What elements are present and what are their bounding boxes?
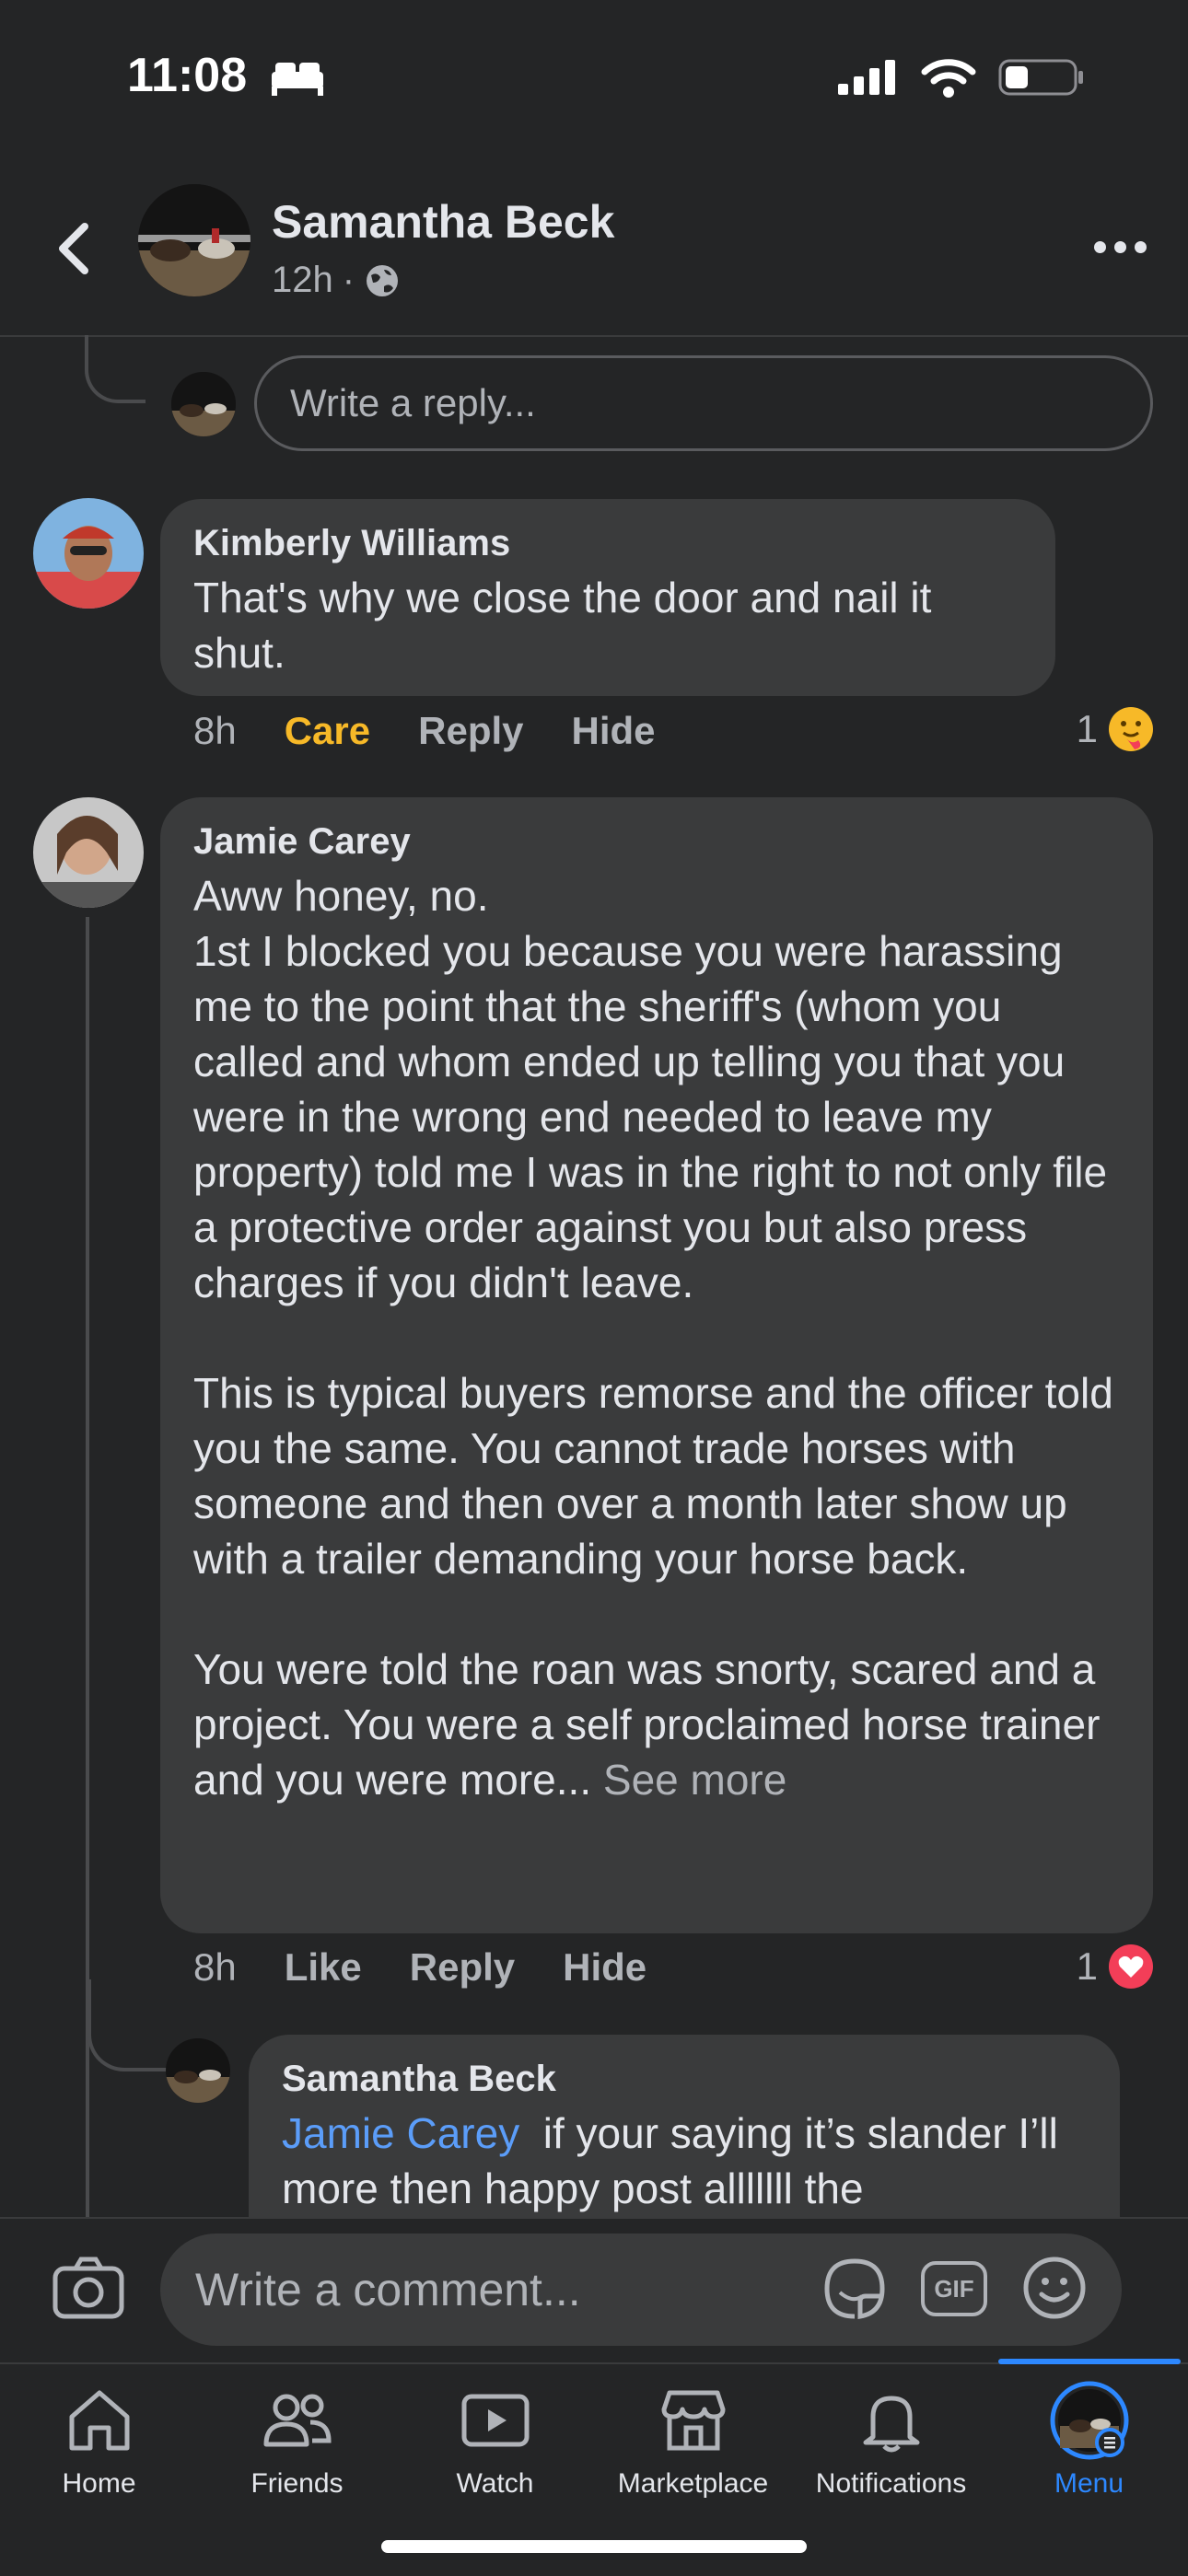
- bell-icon: [863, 2396, 919, 2453]
- status-time: 11:08: [127, 48, 327, 103]
- reaction-summary[interactable]: 1: [1077, 705, 1155, 753]
- thread-connector: [85, 335, 146, 403]
- reply-author[interactable]: Samantha Beck: [282, 2059, 1087, 2100]
- home-icon: [69, 2390, 129, 2451]
- cellular-signal-icon: [838, 60, 895, 95]
- tab-menu[interactable]: Menu: [990, 2380, 1188, 2500]
- friends-icon: [263, 2394, 332, 2447]
- comment-author[interactable]: Jamie Carey: [193, 821, 1120, 863]
- care-reaction-button[interactable]: Care: [285, 709, 370, 753]
- dot-icon: [1094, 241, 1106, 253]
- tab-label: Watch: [456, 2468, 534, 2499]
- comment-body: Aww honey, no. 1st I blocked you because…: [193, 872, 1113, 1804]
- tab-label: Home: [62, 2468, 136, 2499]
- watch-icon: [461, 2394, 529, 2447]
- tab-watch[interactable]: Watch: [396, 2380, 594, 2500]
- home-indicator: [381, 2540, 807, 2553]
- meta-separator: ·: [342, 260, 355, 300]
- post-author-name[interactable]: Samantha Beck: [272, 195, 614, 249]
- commenter-avatar[interactable]: [33, 498, 144, 609]
- comment-author[interactable]: Kimberly Williams: [193, 523, 1022, 564]
- reaction-count: 1: [1076, 707, 1098, 750]
- reply-connector: [87, 1979, 170, 2071]
- author-avatar[interactable]: [138, 184, 250, 296]
- hide-button[interactable]: Hide: [563, 1945, 646, 1990]
- care-emoji-icon: [1109, 707, 1153, 751]
- comment-placeholder: Write a comment...: [195, 2264, 581, 2315]
- globe-icon: [367, 264, 399, 296]
- reaction-summary[interactable]: 1: [1077, 1943, 1155, 1990]
- horse-photo-thumbnail: [166, 2038, 230, 2103]
- tab-label: Marketplace: [617, 2468, 769, 2499]
- reply-avatar: [171, 372, 236, 436]
- hide-button[interactable]: Hide: [572, 709, 656, 753]
- dot-icon: [1135, 241, 1147, 253]
- status-icons: [836, 57, 1087, 98]
- sleep-mode-icon: [271, 63, 323, 97]
- reply-text: Jamie Carey if your saying it’s slander …: [282, 2106, 1087, 2216]
- comment-time: 8h: [193, 709, 237, 752]
- back-chevron-icon[interactable]: [52, 221, 98, 276]
- horse-photo-thumbnail: [171, 372, 236, 436]
- active-tab-indicator: [998, 2359, 1181, 2364]
- tab-home[interactable]: Home: [0, 2380, 198, 2500]
- tab-label: Notifications: [815, 2468, 967, 2499]
- comment-bubble[interactable]: Kimberly Williams That's why we close th…: [160, 499, 1055, 696]
- reply-input[interactable]: Write a reply...: [254, 355, 1153, 451]
- comment-actions: 8h Like Reply Hide: [193, 1945, 694, 1990]
- reply-button[interactable]: Reply: [410, 1945, 515, 1990]
- post-time: 12h: [272, 260, 333, 300]
- dot-icon: [1114, 241, 1126, 253]
- profile-photo: [33, 797, 144, 908]
- comment-text: Aww honey, no. 1st I blocked you because…: [193, 868, 1120, 1807]
- profile-photo: [33, 498, 144, 609]
- comment-actions: 8h Care Reply Hide: [193, 709, 704, 753]
- more-options-button[interactable]: [1094, 241, 1147, 253]
- mention-link[interactable]: Jamie Carey: [282, 2109, 519, 2157]
- header-divider: [0, 335, 1188, 337]
- emoji-icon[interactable]: [1022, 2256, 1087, 2320]
- see-more-link[interactable]: See more: [591, 1756, 786, 1804]
- marketplace-icon: [661, 2390, 725, 2451]
- battery-icon: [998, 59, 1083, 96]
- comment-time: 8h: [193, 1945, 237, 1989]
- wifi-icon: [921, 59, 976, 98]
- reaction-count: 1: [1076, 1944, 1098, 1988]
- reply-button[interactable]: Reply: [418, 709, 523, 753]
- commenter-avatar[interactable]: [33, 797, 144, 908]
- tab-notifications[interactable]: Notifications: [792, 2380, 990, 2500]
- camera-icon[interactable]: [52, 2256, 125, 2320]
- gif-label: GIF: [934, 2274, 974, 2303]
- tab-marketplace[interactable]: Marketplace: [594, 2380, 792, 2500]
- comment-bubble[interactable]: Jamie Carey Aww honey, no. 1st I blocked…: [160, 797, 1153, 1933]
- horse-photo-thumbnail: [138, 184, 250, 296]
- reply-placeholder: Write a reply...: [290, 381, 536, 424]
- comment-text: That's why we close the door and nail it…: [193, 574, 944, 677]
- gif-button[interactable]: GIF: [921, 2261, 987, 2316]
- like-button[interactable]: Like: [285, 1945, 362, 1990]
- love-heart-icon: [1109, 1944, 1153, 1989]
- post-meta: 12h ·: [272, 260, 401, 301]
- reply-author-avatar[interactable]: [166, 2038, 230, 2103]
- tab-label: Menu: [1054, 2468, 1124, 2499]
- tab-friends[interactable]: Friends: [198, 2380, 396, 2500]
- tab-label: Friends: [250, 2468, 344, 2499]
- menu-avatar-icon: [1050, 2381, 1128, 2460]
- sticker-icon[interactable]: [820, 2254, 890, 2324]
